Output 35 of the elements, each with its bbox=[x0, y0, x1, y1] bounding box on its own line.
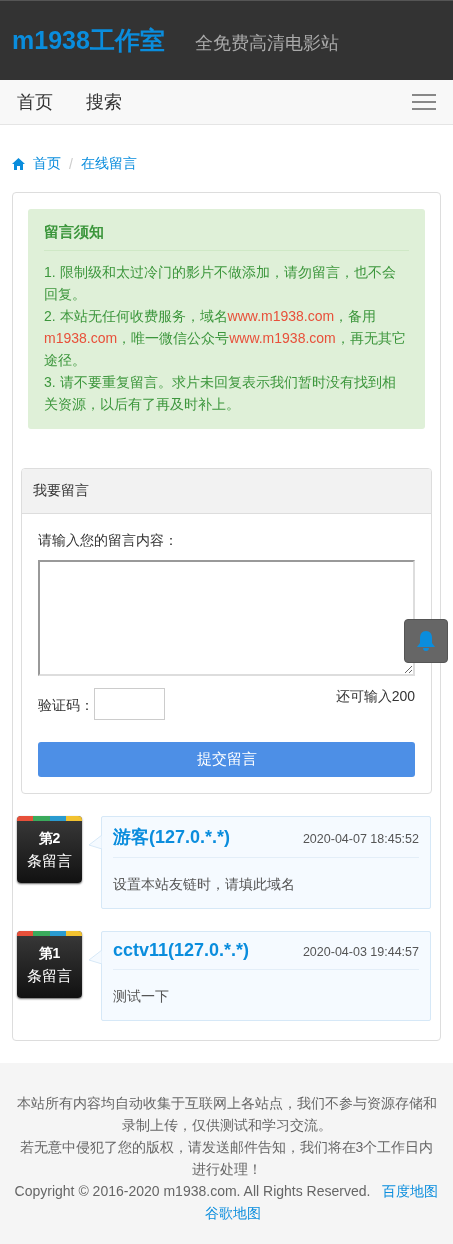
message-author[interactable]: cctv11(127.0.*.*) bbox=[113, 940, 250, 961]
message-author[interactable]: 游客(127.0.*.*) bbox=[113, 825, 231, 849]
home-icon bbox=[12, 158, 25, 170]
form-title: 我要留言 bbox=[22, 469, 431, 514]
message-number-badge: 第2 条留言 bbox=[17, 816, 82, 883]
site-logo[interactable]: m1938工作室 bbox=[12, 24, 165, 57]
menu-icon[interactable] bbox=[412, 94, 436, 110]
footer-text: 本站所有内容均自动收集于互联网上各站点，我们不参与资源存储和录制上传，仅供测试和学习交流。 bbox=[15, 1094, 438, 1135]
message-text: 设置本站友链时，请填此域名 bbox=[113, 876, 296, 894]
remaining-count: 还可输入200 bbox=[335, 688, 415, 706]
message-input[interactable] bbox=[38, 560, 415, 676]
notice-text: 3. 请不要重复留言。求片未回复表示我们暂时没有找到相关资源，以后有了再及时补上。 bbox=[44, 373, 397, 414]
breadcrumb-link[interactable]: 首页 bbox=[33, 155, 61, 173]
notice-text: 1. 限制级和太过冷门的影片不做添加，请勿留言，也不会回复。 bbox=[44, 263, 397, 304]
captcha-input[interactable] bbox=[94, 688, 165, 720]
bell-icon bbox=[416, 630, 436, 652]
copyright-text: Copyright © 2016-2020 m1938.com. All Rights Reserved. bbox=[14, 1183, 371, 1199]
message-text: 测试一下 bbox=[113, 988, 170, 1006]
notice-text: 2. 本站无任何收费服务，域名www.m1938.com，备用 m1938.com，唯一微信公众号www.m1938.com，再无其它途径。 bbox=[44, 307, 407, 370]
notification-button[interactable] bbox=[404, 619, 448, 663]
captcha-label: 验证码： bbox=[38, 697, 94, 715]
footer-text: 若无意中侵犯了您的版权，请发送邮件告知，我们将在3个工作日内进行处理！ bbox=[18, 1138, 435, 1179]
footer-link[interactable]: 百度地图 bbox=[382, 1183, 439, 1199]
footer-link[interactable]: 谷歌地图 bbox=[204, 1205, 261, 1221]
message-time: 2020-04-07 18:45:52 bbox=[302, 832, 419, 846]
message-number-badge: 第1 条留言 bbox=[17, 931, 82, 998]
content-label: 请输入您的留言内容： bbox=[38, 532, 179, 550]
message-time: 2020-04-03 19:44:57 bbox=[302, 945, 419, 959]
notice-title: 留言须知 bbox=[44, 223, 409, 251]
breadcrumb-link[interactable]: 在线留言 bbox=[80, 155, 137, 173]
nav-link[interactable]: 搜索 bbox=[86, 90, 122, 114]
submit-button[interactable]: 提交留言 bbox=[38, 742, 415, 777]
site-tagline: 全免费高清电影站 bbox=[194, 31, 339, 55]
breadcrumb-separator: / bbox=[69, 156, 73, 172]
nav-link[interactable]: 首页 bbox=[17, 90, 53, 114]
